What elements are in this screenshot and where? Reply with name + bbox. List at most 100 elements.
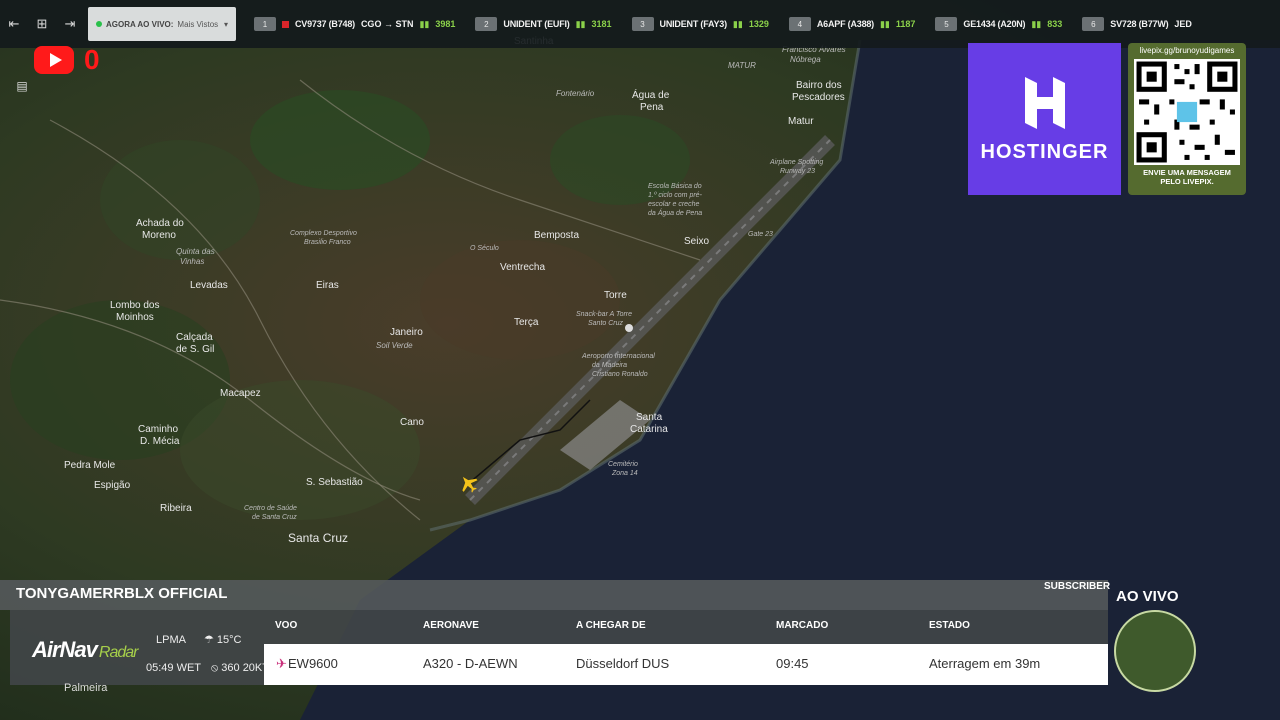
flight-viewers: 1329 (748, 19, 769, 29)
svg-text:Caminho: Caminho (138, 424, 178, 435)
flight-item-4[interactable]: 4 A6APF (A388) ▮▮ 1187 (779, 0, 926, 48)
svg-text:Matur: Matur (788, 116, 814, 127)
flight-callsign: CV9737 (B748) (295, 19, 355, 29)
svg-text:Santa Cruz: Santa Cruz (288, 531, 348, 545)
live-filter-select[interactable]: AGORA AO VIVO: Mais Vistos ▾ (88, 7, 236, 41)
flight-route: CGO → STN (360, 19, 414, 29)
svg-text:S. Sebastião: S. Sebastião (306, 477, 363, 488)
livepix-message: ENVIE UMA MENSAGEM PELO LIVEPIX. (1143, 168, 1231, 186)
svg-text:Achada do: Achada do (136, 218, 184, 229)
channel-badge-icon (1114, 610, 1196, 692)
sponsor-name: HOSTINGER (980, 140, 1109, 163)
svg-text:Bairro dos: Bairro dos (796, 80, 842, 91)
svg-text:Pescadores: Pescadores (792, 92, 845, 103)
flight-rank: 1 (254, 17, 276, 31)
svg-text:Nóbrega: Nóbrega (790, 55, 821, 64)
svg-text:Lombo dos: Lombo dos (110, 300, 159, 311)
flight-route: JED (1174, 19, 1192, 29)
expand-icon[interactable]: ⊞ (28, 0, 56, 48)
collapse-sidebar-icon[interactable]: ⇤ (0, 0, 28, 48)
flight-rank: 6 (1082, 17, 1105, 31)
live-option: Mais Vistos (177, 19, 219, 29)
svg-text:Seixo: Seixo (684, 236, 709, 247)
viewers-icon: ▮▮ (575, 18, 586, 29)
temperature: ☂ 15°C (204, 626, 242, 654)
svg-text:Centro de Saúde: Centro de Saúde (244, 505, 297, 512)
column-flight: VOO (275, 620, 298, 631)
airline-flag-icon (282, 20, 289, 28)
flight-item-2[interactable]: 2 UNIDENT (EUFI) ▮▮ 3181 (465, 0, 621, 48)
flight-item-3[interactable]: 3 UNIDENT (FAY3) ▮▮ 1329 (622, 0, 779, 48)
svg-text:Snack-bar A Torre: Snack-bar A Torre (576, 311, 632, 318)
layers-icon[interactable]: ▤ (10, 76, 34, 96)
svg-text:Cristiano Ronaldo: Cristiano Ronaldo (592, 371, 648, 378)
flight-rank: 4 (788, 17, 811, 31)
next-icon[interactable]: ⇥ (56, 0, 84, 48)
svg-text:Brasilio Franco: Brasilio Franco (304, 239, 351, 246)
flight-callsign: SV728 (B77W) (1110, 19, 1169, 29)
svg-text:Runway 23: Runway 23 (780, 168, 815, 175)
flight-viewers: 3181 (591, 19, 612, 29)
livepix-url: livepix.gg/brunoyudigames (1139, 46, 1235, 55)
svg-text:de S. Gil: de S. Gil (176, 344, 214, 355)
column-aircraft: AERONAVE (423, 620, 479, 631)
youtube-logo-icon (34, 46, 74, 74)
svg-text:Pena: Pena (640, 102, 664, 113)
flight-item-1[interactable]: 1 CV9737 (B748) CGO → STN ▮▮ 3981 (244, 0, 465, 48)
svg-text:1.º ciclo com pré-: 1.º ciclo com pré- (648, 192, 703, 199)
arrival-row[interactable]: ✈ EW9600 A320 - D-AEWN Düsseldorf DUS 09… (264, 644, 1108, 685)
svg-text:da Água de Pena: da Água de Pena (648, 208, 702, 217)
svg-text:Terça: Terça (514, 317, 539, 328)
youtube-count: 0 (84, 44, 100, 75)
flight-callsign: A6APF (A388) (816, 19, 874, 29)
column-from: A CHEGAR DE (576, 620, 646, 631)
live-label: AGORA AO VIVO: (106, 19, 174, 29)
svg-text:Cano: Cano (400, 417, 424, 428)
flight-rank: 2 (475, 17, 498, 31)
svg-text:Cemitério: Cemitério (608, 461, 638, 468)
flight-viewers: 3981 (435, 19, 456, 29)
viewers-icon: ▮▮ (879, 18, 890, 29)
svg-text:Soil Verde: Soil Verde (376, 341, 413, 350)
live-dot-icon (96, 21, 102, 27)
viewers-icon: ▮▮ (419, 18, 430, 29)
svg-text:Airplane Spotting: Airplane Spotting (769, 159, 823, 166)
svg-text:D. Mécia: D. Mécia (140, 436, 180, 447)
svg-text:Janeiro: Janeiro (390, 327, 423, 338)
svg-text:Complexo Desportivo: Complexo Desportivo (290, 230, 357, 237)
flight-callsign: UNIDENT (FAY3) (659, 19, 728, 29)
wind-icon: ⦸ (211, 662, 219, 674)
airnav-brand: AirNav (32, 637, 98, 662)
airnav-logo: AirNav Radar (32, 637, 138, 663)
channel-name: TONYGAMERRBLX OFFICIAL (16, 585, 228, 602)
wind-value: 360 20KT (221, 662, 269, 674)
svg-text:Fontenário: Fontenário (556, 89, 595, 98)
svg-text:Torre: Torre (604, 290, 627, 301)
weather-block: LPMA ☂ 15°C 05:49 WET ⦸ 360 20KT (146, 626, 269, 682)
viewers-icon: ▮▮ (732, 18, 743, 29)
svg-text:Santa: Santa (636, 412, 663, 423)
livepix-message-line1: ENVIE UMA MENSAGEM (1143, 168, 1231, 177)
map-pin-icon (625, 324, 633, 332)
flight-item-6[interactable]: 6 SV728 (B77W) JED (1072, 0, 1192, 48)
row-aircraft: A320 - D-AEWN (423, 656, 518, 671)
subscriber-label: SUBSCRIBER (1044, 581, 1111, 592)
airport-code: LPMA (156, 634, 186, 646)
livepix-panel: livepix.gg/brunoyudigames ENVIE UMA MENS… (1128, 43, 1246, 195)
svg-text:Santo Cruz: Santo Cruz (588, 320, 624, 327)
bottom-overlay: TONYGAMERRBLX OFFICIAL SUBSCRIBER AO VIV… (0, 580, 1280, 720)
flight-callsign: UNIDENT (EUFI) (503, 19, 570, 29)
svg-text:Zona 14: Zona 14 (611, 470, 638, 477)
flight-item-5[interactable]: 5 GE1434 (A20N) ▮▮ 833 (925, 0, 1072, 48)
column-scheduled: MARCADO (776, 620, 829, 631)
airport-info-panel: AirNav Radar LPMA ☂ 15°C 05:49 WET ⦸ 360 … (10, 610, 1108, 685)
svg-text:de Santa Cruz: de Santa Cruz (252, 514, 297, 521)
svg-text:MATUR: MATUR (728, 61, 756, 70)
svg-text:Moreno: Moreno (142, 230, 176, 241)
svg-text:O Século: O Século (470, 245, 499, 252)
svg-text:Gate 23: Gate 23 (748, 231, 773, 238)
temperature-value: 15°C (216, 634, 242, 646)
svg-text:da Madeira: da Madeira (592, 362, 627, 369)
chevron-down-icon: ▾ (223, 19, 228, 29)
svg-text:Calçada: Calçada (176, 332, 213, 343)
